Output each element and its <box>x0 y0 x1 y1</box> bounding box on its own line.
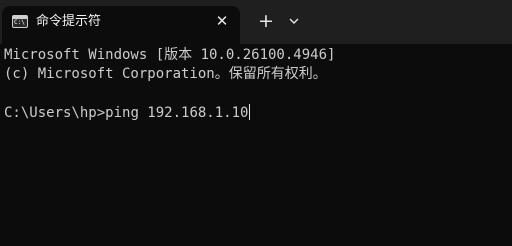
terminal-window: C:\ 命令提示符 ✕ + Microsoft Windows [版本 10.0… <box>0 0 512 246</box>
typed-command: ping 192.168.1.10 <box>105 105 249 121</box>
console-line-copyright: (c) Microsoft Corporation。保留所有权利。 <box>4 66 327 82</box>
console-line-version: Microsoft Windows [版本 10.0.26100.4946] <box>4 47 336 63</box>
title-bar: C:\ 命令提示符 ✕ + <box>0 0 512 44</box>
tab-command-prompt[interactable]: C:\ 命令提示符 ✕ <box>2 6 240 44</box>
text-cursor <box>249 104 251 120</box>
chevron-down-icon <box>289 18 299 24</box>
close-tab-button[interactable]: ✕ <box>212 11 232 31</box>
command-line[interactable]: C:\Users\hp>ping 192.168.1.10 <box>4 104 251 122</box>
icon-glyph: C:\ <box>14 19 25 26</box>
console-output[interactable]: Microsoft Windows [版本 10.0.26100.4946] (… <box>0 44 512 246</box>
prompt-path: C:\Users\hp> <box>4 105 106 121</box>
tab-title: 命令提示符 <box>36 14 102 29</box>
profiles-dropdown-button[interactable] <box>283 10 305 32</box>
command-prompt-icon: C:\ <box>12 15 28 28</box>
new-tab-button[interactable]: + <box>255 10 277 32</box>
